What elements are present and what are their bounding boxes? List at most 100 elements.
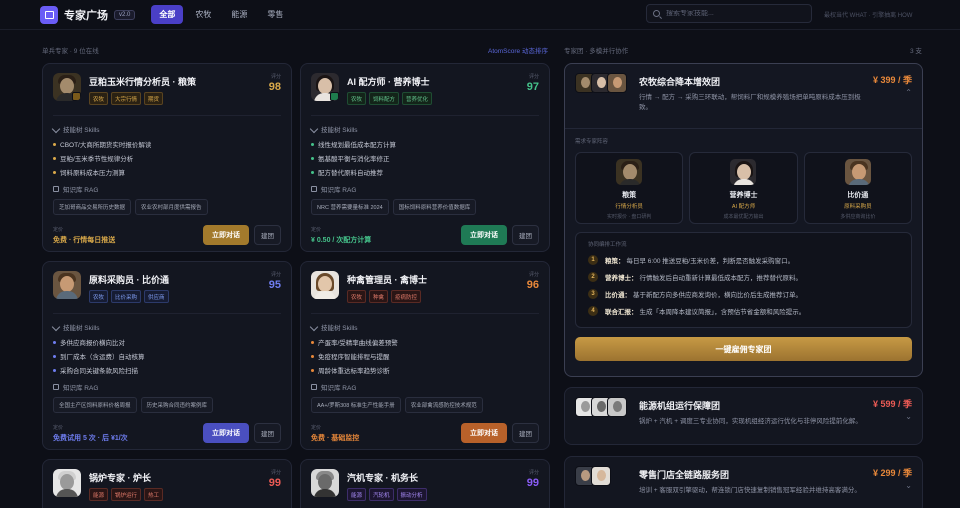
search-input[interactable] [666, 10, 806, 17]
expert-card[interactable]: 汽机专家 · 机务长 能源 汽轮机 振动分析 评分 99 [300, 459, 550, 508]
workflow-label: 协同编排工作流 [588, 242, 627, 249]
rag-label: 知识库 RAG [63, 187, 99, 194]
member-note: 多供应商询比价 [840, 214, 876, 221]
hire-team-button[interactable]: 一键雇佣专家团 [575, 337, 912, 362]
skill-item: 免疫程序智能排程与提醒 [311, 351, 539, 361]
member-note: 实时报价 · 盘口研判 [606, 214, 652, 221]
expert-avatar [53, 469, 81, 497]
team-card[interactable]: 能源机组运行保障团 锅炉 + 汽机 + 调度三专业协同，实现机组经济运行优化与非… [564, 387, 923, 445]
wrench-icon [309, 322, 319, 332]
expert-avatar [311, 73, 339, 101]
build-team-button[interactable]: 建团 [512, 225, 539, 245]
expert-score: 95 [268, 279, 281, 291]
price-label: 定价 [53, 227, 64, 233]
chat-button[interactable]: 立即对话 [203, 423, 249, 443]
book-icon [53, 384, 59, 390]
expert-title: 原料采购员 · 比价通 [89, 275, 169, 285]
tab-agri[interactable]: 农牧 [187, 5, 219, 24]
expert-card[interactable]: 种禽管理员 · 禽博士 农牧 种禽 疫病防控 评分 96 技能树 Skills … [300, 261, 550, 450]
wrench-icon [51, 322, 61, 332]
price-label: 定价 [311, 227, 322, 233]
expert-tag: 振动分析 [396, 488, 427, 501]
tab-all[interactable]: 全部 [151, 5, 184, 24]
tab-energy[interactable]: 能源 [223, 5, 255, 24]
expert-card[interactable]: 原料采购员 · 比价通 农牧 比价采购 供应商 评分 95 技能树 Skills… [42, 261, 292, 450]
left-section-label: 单兵专家 · 9 位在线 [42, 48, 99, 55]
score-label: 评分 [528, 74, 539, 80]
skills-label: 技能树 Skills [321, 127, 358, 134]
expert-tag: 饲料配方 [369, 92, 400, 105]
rag-chip: 农业部禽流感防控技术规范 [404, 397, 483, 413]
expert-tag: 能源 [347, 488, 367, 501]
expert-tag: 能源 [89, 488, 109, 501]
team-price: ¥ 599 / 季 [872, 399, 912, 409]
rag-chip: AA+/罗斯308 标准生产性能手册 [311, 397, 401, 413]
member-avatar [607, 73, 627, 93]
member-name: 营养博士 [729, 192, 758, 200]
team-card-expanded[interactable]: 农牧综合降本增效团 行情 → 配方 → 采购三环联动，帮饲料厂和规模养殖场把单吨… [564, 63, 923, 377]
app-logo-icon [40, 5, 58, 24]
chat-button[interactable]: 立即对话 [461, 423, 507, 443]
expert-card[interactable]: 豆粕玉米行情分析员 · 粮策 农牧 大宗行情 期货 评分 98 技能树 Skil… [42, 63, 292, 252]
expert-tag: 种禽 [369, 290, 389, 303]
team-desc: 行情 → 配方 → 采购三环联动，帮饲料厂和规模养殖场把单吨原料成本压到极致。 [639, 94, 861, 112]
expert-price: 免费试用 5 次 · 后 ¥1/次 [53, 435, 128, 442]
skill-item: 配方替代原料自动推荐 [311, 167, 539, 177]
expert-title: 汽机专家 · 机务长 [347, 473, 418, 483]
search-box[interactable] [646, 4, 812, 23]
nav-tabs: 全部 农牧 能源 零售 [151, 5, 291, 24]
price-label: 定价 [53, 425, 64, 431]
build-team-button[interactable]: 建团 [512, 423, 539, 443]
rag-chip: 芝加哥商品交易所历史数据 [53, 199, 132, 215]
score-label: 评分 [270, 272, 281, 278]
chevron-up-icon[interactable]: ⌃ [873, 88, 912, 97]
member-card[interactable]: 比价通 原料采购员 多供应商询比价 [803, 152, 912, 225]
chevron-down-icon[interactable]: ⌄ [873, 481, 912, 490]
member-avatar [591, 466, 611, 486]
skill-item: 多供应商报价横向比对 [53, 337, 281, 347]
expert-tag: 农牧 [89, 92, 109, 105]
tab-retail[interactable]: 零售 [259, 5, 291, 24]
member-card[interactable]: 营养博士 AI 配方师 成本最优配方输出 [689, 152, 798, 225]
expert-tag: 比价采购 [111, 290, 142, 303]
expert-tag: 大宗行情 [111, 92, 142, 105]
expert-score: 97 [526, 81, 539, 93]
expert-score: 96 [526, 279, 539, 291]
build-team-button[interactable]: 建团 [254, 423, 281, 443]
expert-title: 豆粕玉米行情分析员 · 粮策 [89, 77, 196, 87]
expert-tag: 锅炉运行 [111, 488, 142, 501]
member-role: 原料采购员 [844, 204, 872, 211]
workflow-step: 2 营养博士： 行情触发后自动重新计算最低成本配方，推荐替代原料。 [588, 272, 901, 283]
recs-label: 需求专家阵容 [575, 139, 609, 146]
score-label: 评分 [270, 470, 281, 476]
expert-score: 99 [268, 477, 281, 489]
price-label: 定价 [311, 425, 322, 431]
team-desc: 培训 + 客服双引擎驱动，帮连锁门店快速复制销售冠军经验并维持高客满分。 [639, 487, 861, 494]
chat-button[interactable]: 立即对话 [203, 225, 249, 245]
rag-label: 知识库 RAG [321, 187, 357, 194]
team-title: 农牧综合降本增效团 [639, 77, 721, 87]
wrench-icon [309, 124, 319, 134]
expert-price: ¥ 0.50 / 次配方计算 [311, 237, 372, 244]
team-card[interactable]: 零售门店全链路服务团 培训 + 客服双引擎驱动，帮连锁门店快速复制销售冠军经验并… [564, 456, 923, 508]
expert-tag: 疫病防控 [391, 290, 422, 303]
expert-tag: 期货 [144, 92, 164, 105]
skills-label: 技能树 Skills [321, 325, 358, 332]
rag-label: 知识库 RAG [63, 385, 99, 392]
sort-link[interactable]: AtomScore 动态排序 [488, 45, 548, 55]
expert-tag: 农牧 [89, 290, 109, 303]
member-role: 行情分析员 [615, 204, 643, 211]
top-bar: 专家广场 v2.0 全部 农牧 能源 零售 最权当代 WHAT · 引擎抽离 H… [0, 0, 960, 30]
chevron-down-icon[interactable]: ⌄ [873, 412, 912, 421]
chat-button[interactable]: 立即对话 [461, 225, 507, 245]
workflow-step: 4 联合汇报： 生成「本周降本建议简报」，含预估节省金额和风险提示。 [588, 306, 901, 317]
score-label: 评分 [270, 74, 281, 80]
build-team-button[interactable]: 建团 [254, 225, 281, 245]
expert-avatar [53, 271, 81, 299]
member-card[interactable]: 粮策 行情分析员 实时报价 · 盘口研判 [575, 152, 684, 225]
skill-item: 线性规划最低成本配方计算 [311, 139, 539, 149]
expert-card[interactable]: 锅炉专家 · 炉长 能源 锅炉运行 热工 评分 99 [42, 459, 292, 508]
expert-card[interactable]: AI 配方师 · 营养博士 农牧 饲料配方 营养优化 评分 97 技能树 Ski… [300, 63, 550, 252]
book-icon [311, 186, 317, 192]
expert-title: 种禽管理员 · 禽博士 [347, 275, 427, 285]
